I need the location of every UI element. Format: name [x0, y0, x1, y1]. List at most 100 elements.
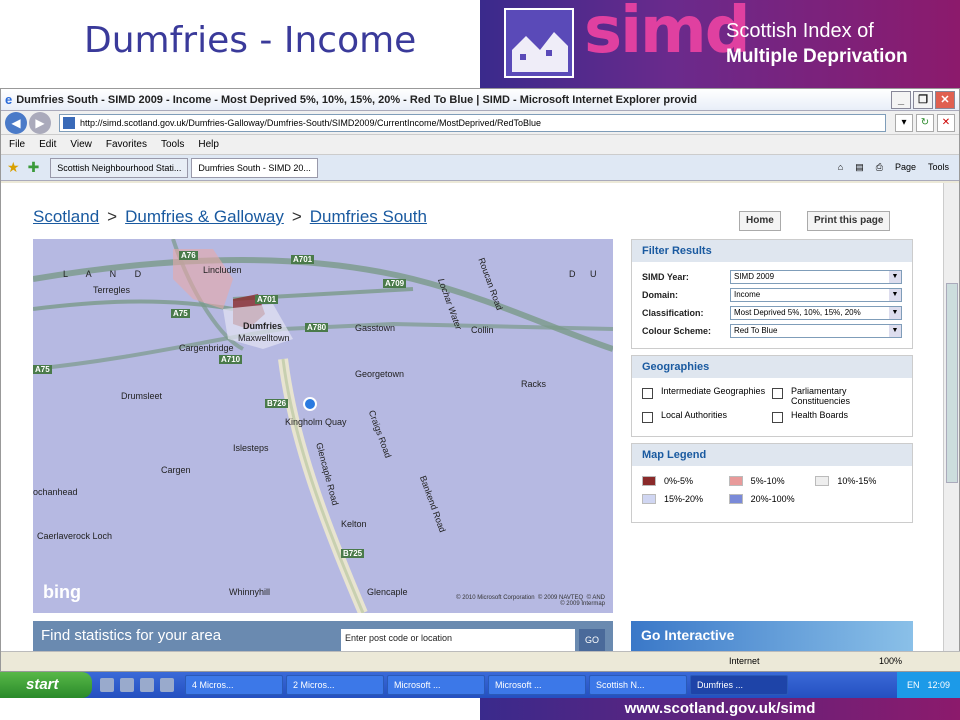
legend-label: 0%-5%: [664, 476, 694, 486]
print-page-button[interactable]: Print this page: [807, 211, 891, 231]
filter-label: Colour Scheme:: [642, 326, 712, 336]
tab-scottish-neighbourhood[interactable]: Scottish Neighbourhood Stati...: [50, 157, 189, 178]
road-tag: A76: [179, 251, 198, 260]
taskbar-item[interactable]: 4 Micros...: [185, 675, 283, 695]
filter-row-domain: Domain: Income ▼: [632, 286, 912, 304]
road-tag: B725: [341, 549, 365, 558]
go-interactive-banner[interactable]: Go Interactive: [631, 621, 913, 651]
menu-tools[interactable]: Tools: [161, 139, 184, 150]
menu-file[interactable]: File: [9, 139, 25, 150]
geo-parliamentary[interactable]: Parliamentary Constituencies: [772, 386, 902, 406]
menu-bar: File Edit View Favorites Tools Help: [1, 135, 959, 155]
geographies-panel: Geographies Intermediate Geographies Par…: [631, 355, 913, 437]
filter-row-classification: Classification: Most Deprived 5%, 10%, 15…: [632, 304, 912, 322]
road-tag: A780: [305, 323, 329, 332]
road-tag: A710: [219, 355, 243, 364]
vertical-scrollbar[interactable]: [943, 183, 959, 651]
taskbar-item-active[interactable]: Dumfries ...: [690, 675, 788, 695]
crumb-dumfries-galloway[interactable]: Dumfries & Galloway: [125, 207, 284, 226]
home-button[interactable]: Home: [739, 211, 781, 231]
home-icon[interactable]: ⌂: [838, 162, 843, 173]
window-titlebar: e Dumfries South - SIMD 2009 - Income - …: [1, 89, 959, 111]
start-button[interactable]: start: [0, 672, 92, 698]
map-place: Caerlaverock Loch: [37, 531, 113, 541]
map-place: Racks: [521, 379, 547, 389]
page-menu[interactable]: Page: [895, 162, 916, 173]
desktop-icon[interactable]: [160, 678, 174, 692]
feeds-icon[interactable]: ▤: [855, 162, 864, 173]
select-value: Most Deprived 5%, 10%, 15%, 20%: [734, 308, 861, 317]
crumb-scotland[interactable]: Scotland: [33, 207, 99, 226]
back-button[interactable]: ◀: [5, 111, 27, 134]
quick-launch: [100, 678, 174, 692]
tab-dumfries-south[interactable]: Dumfries South - SIMD 20...: [191, 157, 318, 178]
chevron-down-icon: ▼: [889, 307, 901, 319]
close-button[interactable]: ✕: [935, 90, 955, 109]
tools-menu[interactable]: Tools: [928, 162, 949, 173]
url-input[interactable]: http://simd.scotland.gov.uk/Dumfries-Gal…: [59, 113, 886, 132]
bing-logo: bing: [43, 582, 81, 602]
stop-button[interactable]: ✕: [937, 113, 955, 132]
map-view[interactable]: Lincluden Terregles Dumfries Maxwelltown…: [33, 239, 613, 613]
taskbar-item[interactable]: Microsoft ...: [488, 675, 586, 695]
classification-select[interactable]: Most Deprived 5%, 10%, 15%, 20% ▼: [730, 306, 902, 320]
maximize-button[interactable]: ❐: [913, 90, 933, 109]
map-place: Gasstown: [355, 323, 396, 333]
ie-icon: e: [5, 92, 13, 107]
menu-edit[interactable]: Edit: [39, 139, 56, 150]
zoom-level[interactable]: 100%: [879, 656, 902, 666]
banner-line1: Scottish Index of: [726, 20, 874, 42]
geo-label: Parliamentary Constituencies: [791, 386, 851, 406]
internet-zone: Internet: [729, 656, 760, 666]
favorites-star-icon[interactable]: ★: [7, 159, 20, 176]
forward-button[interactable]: ▶: [29, 111, 51, 134]
geographies-header: Geographies: [632, 356, 912, 378]
go-button[interactable]: GO: [579, 629, 605, 651]
map-place: Terregles: [93, 285, 131, 295]
checkbox[interactable]: [642, 412, 653, 423]
crumb-dumfries-south[interactable]: Dumfries South: [310, 207, 427, 226]
legend-item: 10%-15%: [815, 476, 902, 486]
road-tag: A701: [291, 255, 315, 264]
window-title: Dumfries South - SIMD 2009 - Income - Mo…: [16, 93, 697, 106]
checkbox[interactable]: [772, 412, 783, 423]
ie-quicklaunch-icon[interactable]: [100, 678, 114, 692]
taskbar-item[interactable]: 2 Micros...: [286, 675, 384, 695]
taskbar-item[interactable]: Scottish N...: [589, 675, 687, 695]
map-place: Dumfries: [243, 321, 283, 331]
messenger-icon[interactable]: [140, 678, 154, 692]
scrollbar-thumb[interactable]: [946, 283, 958, 483]
minimize-button[interactable]: _: [891, 90, 911, 109]
refresh-button[interactable]: ↻: [916, 113, 934, 132]
map-place: Cargenbridge: [179, 343, 234, 353]
colour-scheme-select[interactable]: Red To Blue ▼: [730, 324, 902, 338]
checkbox[interactable]: [772, 388, 783, 399]
simd-year-select[interactable]: SIMD 2009 ▼: [730, 270, 902, 284]
postcode-input[interactable]: Enter post code or location: [341, 629, 575, 651]
map-place: Kingholm Quay: [285, 417, 347, 427]
geo-local-authorities[interactable]: Local Authorities: [642, 410, 772, 423]
find-statistics-bar: Find statistics for your area Enter post…: [33, 621, 613, 651]
print-icon[interactable]: ⎙: [876, 162, 883, 173]
legend-label: 10%-15%: [837, 476, 877, 486]
menu-view[interactable]: View: [70, 139, 92, 150]
menu-favorites[interactable]: Favorites: [106, 139, 147, 150]
simd-brand: simd: [584, 0, 751, 68]
ie-window: e Dumfries South - SIMD 2009 - Income - …: [0, 88, 960, 672]
road-tag: B726: [265, 399, 289, 408]
geo-intermediate[interactable]: Intermediate Geographies: [642, 386, 772, 406]
legend-item: 20%-100%: [728, 494, 816, 504]
taskbar-item[interactable]: Microsoft ...: [387, 675, 485, 695]
outlook-icon[interactable]: [120, 678, 134, 692]
language-indicator[interactable]: EN: [907, 680, 920, 690]
banner-line2: Multiple Deprivation: [726, 46, 908, 67]
map-place: Collin: [471, 325, 494, 335]
domain-select[interactable]: Income ▼: [730, 288, 902, 302]
menu-help[interactable]: Help: [198, 139, 219, 150]
add-favorite-icon[interactable]: ✚: [28, 159, 40, 176]
map-place: Lincluden: [203, 265, 242, 275]
map-place: Kelton: [341, 519, 367, 529]
checkbox[interactable]: [642, 388, 653, 399]
url-dropdown-button[interactable]: ▾: [895, 113, 913, 132]
geo-health-boards[interactable]: Health Boards: [772, 410, 902, 423]
